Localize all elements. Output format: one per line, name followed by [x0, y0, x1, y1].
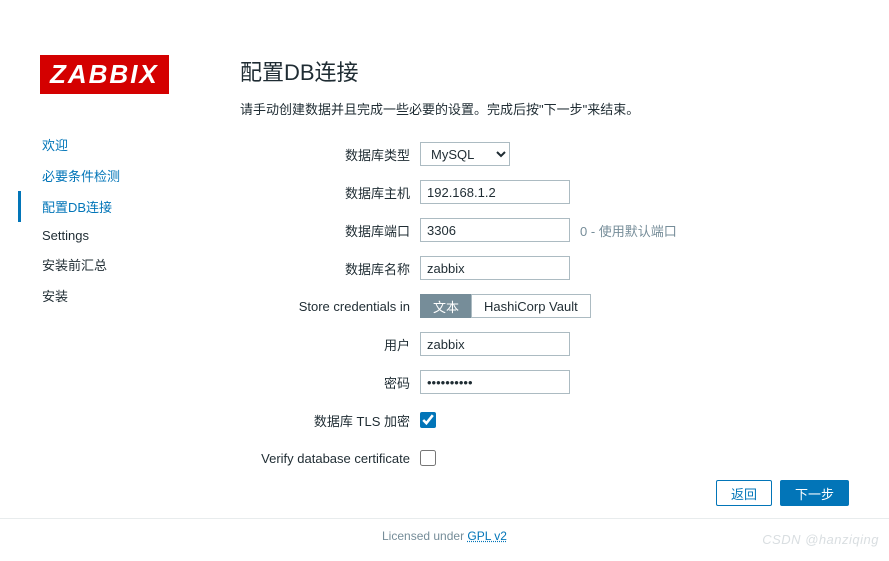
- dbport-hint: 0 - 使用默认端口: [580, 221, 677, 240]
- setup-wizard: ZABBIX 欢迎 必要条件检测 配置DB连接 Settings 安装前汇总 安…: [0, 0, 889, 561]
- store-vault-button[interactable]: HashiCorp Vault: [471, 294, 591, 318]
- step-nav: 欢迎 必要条件检测 配置DB连接 Settings 安装前汇总 安装: [40, 129, 240, 311]
- label-verify: Verify database certificate: [240, 451, 420, 466]
- license-link[interactable]: GPL v2: [467, 529, 507, 543]
- user-input[interactable]: [420, 332, 570, 356]
- store-segmented: 文本 HashiCorp Vault: [420, 294, 591, 318]
- sidebar: ZABBIX 欢迎 必要条件检测 配置DB连接 Settings 安装前汇总 安…: [40, 20, 240, 500]
- dbtype-select[interactable]: MySQL: [420, 142, 510, 166]
- label-user: 用户: [240, 335, 420, 354]
- page-desc: 请手动创建数据并且完成一些必要的设置。完成后按"下一步"来结束。: [240, 99, 849, 118]
- nav-prereq[interactable]: 必要条件检测: [42, 160, 240, 191]
- label-dbname: 数据库名称: [240, 259, 420, 278]
- label-password: 密码: [240, 373, 420, 392]
- password-input[interactable]: [420, 370, 570, 394]
- license-prefix: Licensed under: [382, 529, 467, 543]
- wizard-buttons: 返回 下一步: [716, 480, 849, 506]
- store-plain-button[interactable]: 文本: [420, 294, 471, 318]
- label-dbhost: 数据库主机: [240, 183, 420, 202]
- nav-settings[interactable]: Settings: [42, 222, 240, 249]
- content: 配置DB连接 请手动创建数据并且完成一些必要的设置。完成后按"下一步"来结束。 …: [240, 20, 849, 500]
- dbname-input[interactable]: [420, 256, 570, 280]
- nav-dbconfig[interactable]: 配置DB连接: [42, 191, 240, 222]
- tls-checkbox[interactable]: [420, 412, 436, 428]
- nav-welcome[interactable]: 欢迎: [42, 129, 240, 160]
- label-store: Store credentials in: [240, 299, 420, 314]
- license-footer: Licensed under GPL v2: [0, 518, 889, 543]
- next-button[interactable]: 下一步: [780, 480, 849, 506]
- label-dbport: 数据库端口: [240, 221, 420, 240]
- zabbix-logo: ZABBIX: [40, 55, 169, 94]
- back-button[interactable]: 返回: [716, 480, 772, 506]
- dbhost-input[interactable]: [420, 180, 570, 204]
- nav-presummary[interactable]: 安装前汇总: [42, 249, 240, 280]
- label-dbtype: 数据库类型: [240, 145, 420, 164]
- page-title: 配置DB连接: [240, 55, 849, 87]
- nav-install[interactable]: 安装: [42, 280, 240, 311]
- watermark: CSDN @hanziqing: [762, 532, 879, 547]
- label-tls: 数据库 TLS 加密: [240, 411, 420, 430]
- dbport-input[interactable]: [420, 218, 570, 242]
- verify-checkbox[interactable]: [420, 450, 436, 466]
